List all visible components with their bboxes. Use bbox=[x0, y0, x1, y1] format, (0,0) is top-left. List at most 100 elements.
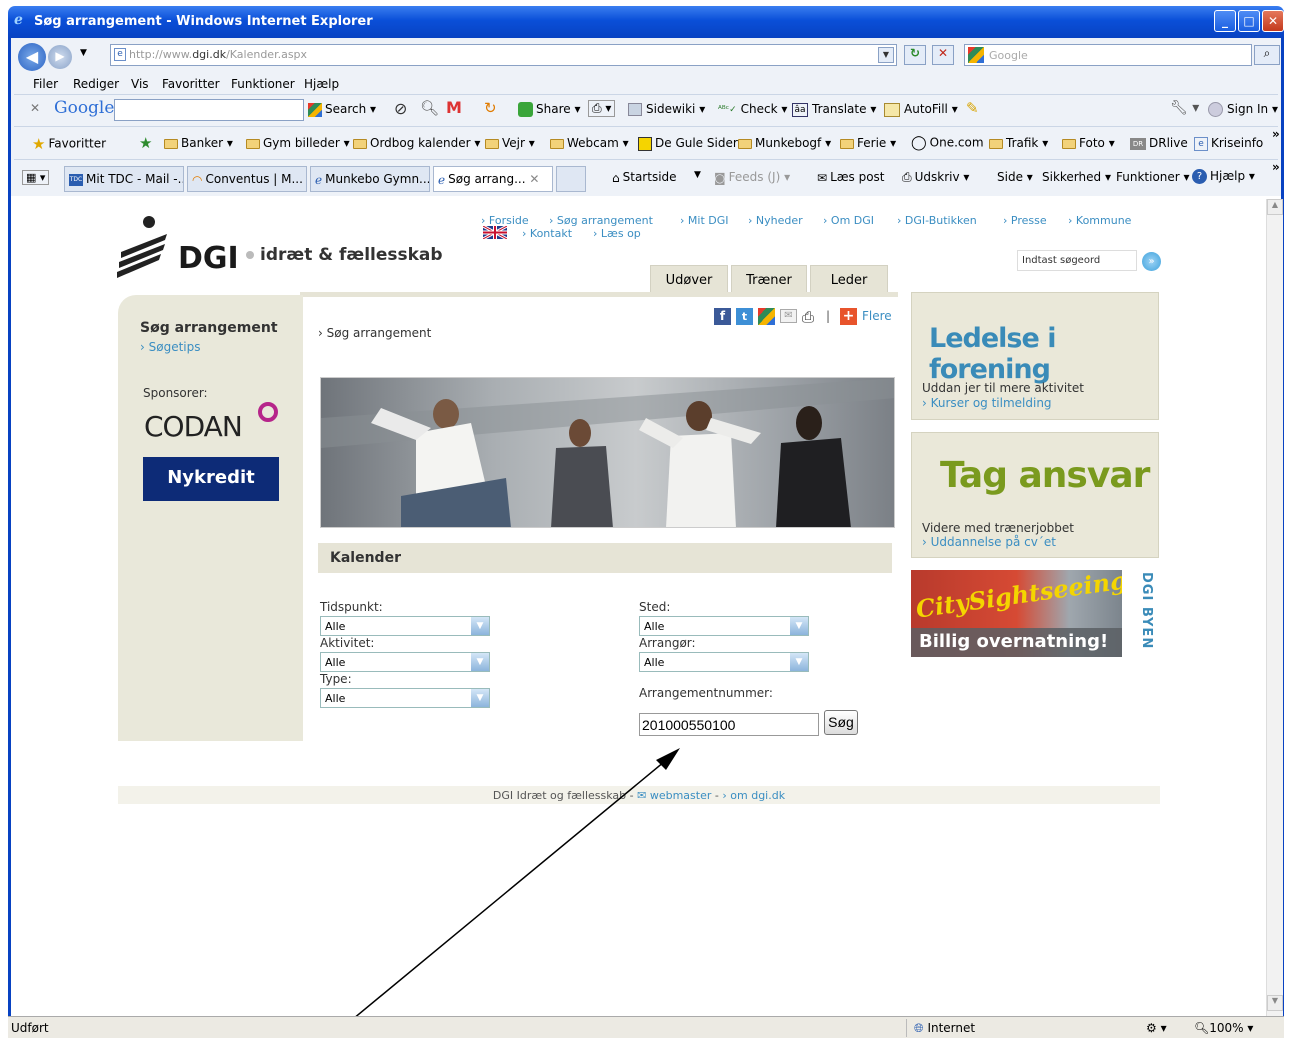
spellcheck-button[interactable]: ᴬᴮᶜ✓ Check ▾ bbox=[718, 102, 787, 116]
email-icon[interactable]: ✉ bbox=[780, 309, 797, 323]
facebook-icon[interactable]: f bbox=[714, 308, 731, 325]
feeds-button[interactable]: ◙ Feeds (J) ▾ bbox=[714, 170, 790, 185]
scroll-up-icon[interactable]: ▲ bbox=[1267, 199, 1283, 215]
nav-mit-dgi[interactable]: › Mit DGI bbox=[680, 214, 729, 227]
menu-rediger[interactable]: Rediger bbox=[73, 77, 119, 91]
help-menu[interactable]: ? Hjælp ▾ bbox=[1192, 169, 1255, 184]
menu-funktioner[interactable]: Funktioner bbox=[231, 77, 295, 91]
nykredit-logo[interactable]: Nykredit bbox=[143, 457, 279, 501]
history-dropdown-icon[interactable]: ▼ bbox=[80, 48, 87, 58]
sidebar-link-sogetips[interactable]: › Søgetips bbox=[140, 340, 201, 354]
autofill-button[interactable]: AutoFill ▾ bbox=[884, 102, 958, 117]
site-search-go-icon[interactable]: » bbox=[1142, 252, 1161, 271]
share-more-link[interactable]: Flere bbox=[862, 309, 892, 323]
dgi-logo[interactable] bbox=[115, 212, 175, 285]
sted-select[interactable]: Alle ▼ bbox=[639, 616, 809, 636]
vertical-scrollbar[interactable]: ▲ ▼ bbox=[1266, 199, 1283, 1016]
nav-presse[interactable]: › Presse bbox=[1003, 214, 1047, 227]
pagerank-icon[interactable]: ⊘ bbox=[394, 99, 407, 118]
nav-laes-op[interactable]: › Læs op bbox=[593, 227, 641, 240]
share-button[interactable]: Share ▾ bbox=[518, 102, 580, 117]
menu-filer[interactable]: Filer bbox=[33, 77, 58, 91]
fav-webcam[interactable]: Webcam ▾ bbox=[550, 136, 629, 150]
fav-one-com[interactable]: ◯ One.com bbox=[911, 135, 984, 151]
footer-about-link[interactable]: › om dgi.dk bbox=[722, 789, 785, 802]
google-share-icon[interactable] bbox=[758, 308, 775, 325]
menu-favoritter[interactable]: Favoritter bbox=[162, 77, 220, 91]
tab-udover[interactable]: Udøver bbox=[650, 265, 728, 293]
zoom-control[interactable]: 🔍︎100% ▾ bbox=[1194, 1021, 1253, 1035]
ad-ledelse[interactable]: Ledelse i forening Uddan jer til mere ak… bbox=[911, 292, 1159, 420]
scroll-down-icon[interactable]: ▼ bbox=[1267, 995, 1283, 1011]
ad-tag-ansvar[interactable]: Tag ansvar Videre med trænerjobbet › Udd… bbox=[911, 432, 1159, 558]
fav-trafik[interactable]: Trafik ▾ bbox=[989, 136, 1048, 150]
fav-drlive[interactable]: DR DRlive bbox=[1130, 136, 1188, 150]
fav-kriseinfo[interactable]: e Kriseinfo bbox=[1194, 136, 1263, 151]
google-search-button[interactable]: Search ▾ bbox=[308, 102, 376, 117]
ad-tag-ansvar-link[interactable]: › Uddannelse på cv´et bbox=[922, 535, 1056, 549]
back-button[interactable]: ◀ bbox=[18, 43, 46, 71]
url-input[interactable]: http://www.dgi.dk/Kalender.aspx e ▼ bbox=[110, 44, 897, 66]
google-toolbar-input[interactable] bbox=[114, 99, 304, 121]
translate-button[interactable]: âa Translate ▾ bbox=[792, 102, 876, 117]
tidspunkt-select[interactable]: Alle ▼ bbox=[320, 616, 490, 636]
site-search-input[interactable]: Indtast søgeord bbox=[1017, 250, 1137, 271]
gmail-icon[interactable]: M bbox=[446, 98, 462, 117]
nav-kontakt[interactable]: › Kontakt bbox=[522, 227, 572, 240]
arrangementnummer-input[interactable] bbox=[639, 713, 819, 736]
safety-menu[interactable]: Sikkerhed ▾ bbox=[1042, 170, 1111, 184]
search-button[interactable]: Søg bbox=[824, 710, 858, 735]
codan-logo[interactable]: CODAN bbox=[144, 410, 243, 443]
new-tab-button[interactable] bbox=[556, 166, 586, 192]
tab-sog-arrangement[interactable]: ℯ Søg arrang... ✕ bbox=[433, 166, 553, 192]
nav-nyheder[interactable]: › Nyheder bbox=[748, 214, 803, 227]
fav-vejr[interactable]: Vejr ▾ bbox=[485, 136, 535, 150]
tab-traener[interactable]: Træner bbox=[731, 265, 807, 293]
forward-button[interactable]: ▶ bbox=[48, 45, 72, 69]
arrangor-select[interactable]: Alle ▼ bbox=[639, 652, 809, 672]
maximize-button[interactable]: □ bbox=[1238, 10, 1260, 32]
home-button[interactable]: ⌂ Startside bbox=[612, 170, 677, 185]
type-select[interactable]: Alle ▼ bbox=[320, 688, 490, 708]
ad-dgi-byen[interactable]: CitySightseeing Billig overnatning! bbox=[911, 570, 1122, 657]
stop-icon[interactable]: ✕ bbox=[932, 45, 954, 65]
tab-conventus[interactable]: ◠ Conventus | M... bbox=[187, 166, 307, 192]
fav-munkebogf[interactable]: Munkebogf ▾ bbox=[738, 136, 831, 150]
favoritter-button[interactable]: ★ Favoritter bbox=[32, 135, 106, 153]
search-go-icon[interactable]: ⌕ bbox=[1254, 45, 1280, 65]
read-mail-button[interactable]: ✉ Læs post bbox=[817, 170, 885, 185]
sidewiki-button[interactable]: Sidewiki ▾ bbox=[628, 102, 705, 116]
page-menu[interactable]: Side ▾ bbox=[997, 170, 1033, 184]
magnifier-icon[interactable]: 🔍︎ bbox=[420, 99, 439, 117]
ad-ledelse-link[interactable]: › Kurser og tilmelding bbox=[922, 396, 1052, 410]
print-icon[interactable]: ⎙ bbox=[802, 308, 814, 326]
fav-gym-billeder[interactable]: Gym billeder ▾ bbox=[246, 136, 350, 150]
menu-hjaelp[interactable]: Hjælp bbox=[304, 77, 339, 91]
footer-webmaster-link[interactable]: ✉ webmaster bbox=[637, 789, 711, 802]
addthis-icon[interactable]: + bbox=[840, 308, 857, 325]
close-tab-icon[interactable]: ✕ bbox=[529, 172, 539, 186]
fav-banker[interactable]: Banker ▾ bbox=[164, 136, 233, 150]
spiral-icon[interactable]: ↻ bbox=[484, 99, 497, 117]
signin-button[interactable]: Sign In ▾ bbox=[1208, 102, 1278, 117]
quick-tabs-icon[interactable]: ▦ ▾ bbox=[22, 170, 50, 185]
refresh-icon[interactable]: ↻ bbox=[904, 45, 926, 65]
search-input[interactable]: Google bbox=[964, 44, 1252, 66]
fav-ferie[interactable]: Ferie ▾ bbox=[840, 136, 896, 150]
protected-mode-icon[interactable]: ⚙ ▾ bbox=[1146, 1021, 1167, 1035]
close-button[interactable]: ✕ bbox=[1262, 10, 1284, 32]
fav-de-gule-sider[interactable]: De Gule Sider bbox=[638, 136, 738, 151]
aktivitet-select[interactable]: Alle ▼ bbox=[320, 652, 490, 672]
menu-vis[interactable]: Vis bbox=[131, 77, 149, 91]
tab-munkebo[interactable]: ℯ Munkebo Gymn... bbox=[310, 166, 430, 192]
fav-foto[interactable]: Foto ▾ bbox=[1062, 136, 1115, 150]
tab-leder[interactable]: Leder bbox=[810, 265, 888, 293]
pencil-icon[interactable]: ✎ bbox=[966, 99, 979, 117]
uk-flag-icon[interactable] bbox=[482, 224, 508, 241]
add-favorite-icon[interactable]: ★ bbox=[139, 134, 152, 152]
twitter-icon[interactable]: t bbox=[736, 308, 753, 325]
nav-sog-arrangement[interactable]: › Søg arrangement bbox=[549, 214, 653, 227]
minimize-button[interactable]: _ bbox=[1214, 10, 1236, 32]
tools-menu[interactable]: Funktioner ▾ bbox=[1116, 170, 1190, 184]
url-dropdown-icon[interactable]: ▼ bbox=[878, 47, 894, 63]
